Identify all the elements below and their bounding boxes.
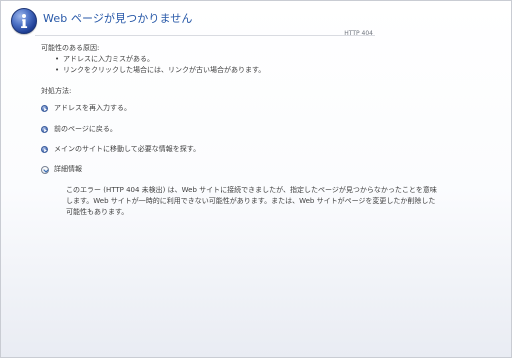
page-title: Web ページが見つかりません: [43, 12, 193, 25]
more-information-label[interactable]: 詳細情報: [54, 165, 82, 174]
cause-item-old-link: • リンクをクリックした場合には、リンクが古い場合があります。: [55, 65, 265, 76]
possible-causes-list: • アドレスに入力ミスがある。 • リンクをクリックした場合には、リンクが古い場…: [55, 54, 265, 76]
title-divider: [35, 35, 375, 36]
cause-text: リンクをクリックした場合には、リンクが古い場合があります。: [63, 66, 266, 74]
error-page: Web ページが見つかりません HTTP 404 可能性のある原因: • アドレ…: [0, 0, 512, 358]
bullet-icon: •: [55, 66, 60, 74]
http-status-code: HTTP 404: [344, 30, 373, 37]
info-icon: [11, 8, 37, 34]
chevron-down-circle-icon[interactable]: [41, 166, 49, 174]
more-information-body: このエラー (HTTP 404 未検出) は、Web サイトに接続できましたが、…: [66, 186, 437, 216]
bullet-icon: •: [55, 55, 60, 63]
cause-item-address-typo: • アドレスに入力ミスがある。: [55, 54, 265, 65]
error-header: Web ページが見つかりません: [7, 7, 503, 37]
action-label[interactable]: アドレスを再入力する。: [54, 104, 131, 113]
action-label[interactable]: 前のページに戻る。: [54, 125, 117, 134]
arrow-circle-icon: [41, 146, 48, 153]
actions-heading: 対処方法:: [41, 87, 72, 95]
cause-text: アドレスに入力ミスがある。: [63, 55, 154, 63]
arrow-circle-icon: [41, 126, 48, 133]
possible-causes-heading: 可能性のある原因:: [41, 44, 100, 52]
arrow-circle-icon: [41, 105, 48, 112]
action-label[interactable]: メインのサイトに移動して必要な情報を探す。: [54, 145, 200, 154]
